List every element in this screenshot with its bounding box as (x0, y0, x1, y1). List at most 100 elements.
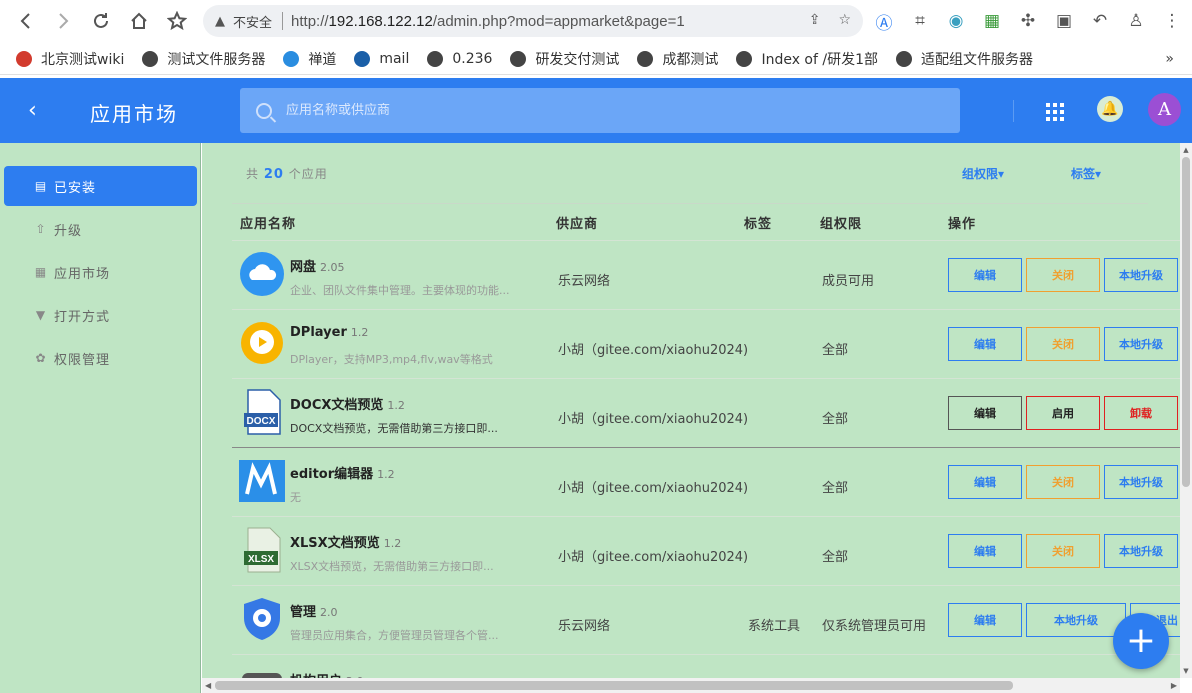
action-button-2[interactable]: 本地升级 (1104, 258, 1178, 292)
profile-icon[interactable]: ♙ (1118, 9, 1154, 33)
cell-vendor: 乐云网络 (558, 274, 611, 289)
dplayer-icon (241, 322, 283, 364)
cell-vendor: 小胡（gitee.com/xiaohu2024) (558, 481, 749, 496)
bookmark-item[interactable]: Index of /研发1部 (736, 49, 878, 69)
action-button-0[interactable]: 编辑 (948, 534, 1022, 568)
ai-extension-icon[interactable]: Ⓐ (866, 9, 902, 34)
bookmark-item[interactable]: 测试文件服务器 (142, 49, 265, 69)
circle-extension-icon[interactable]: ◉ (938, 9, 974, 33)
sidebar-item-2[interactable]: ▦ 应用市场 (4, 252, 197, 292)
back-chevron-icon[interactable]: ‹ (28, 98, 37, 123)
app-description: 管理员应用集合，方便管理员管理各个管... (290, 629, 499, 642)
globe-icon (283, 50, 300, 67)
crop-icon[interactable]: ⌗ (902, 9, 938, 33)
bookmark-label: 研发交付测试 (535, 51, 620, 68)
page-title: 应用市场 (90, 102, 178, 126)
action-button-2[interactable]: 本地升级 (1104, 327, 1178, 361)
sidepanel-icon[interactable]: ▣ (1046, 9, 1082, 33)
app-icon (239, 251, 285, 297)
search-box[interactable] (240, 88, 960, 133)
table-row: 管理 2.0 管理员应用集合，方便管理员管理各个管... 乐云网络 系统工具 仅系统管理员… (232, 586, 1180, 655)
action-button-2[interactable]: 本地升级 (1104, 465, 1178, 499)
action-button-0[interactable]: 编辑 (948, 603, 1022, 637)
tag-filter[interactable]: 标签▾ (1071, 165, 1101, 182)
url-text[interactable]: http://192.168.122.12/admin.php?mod=appm… (291, 13, 685, 30)
reload-icon[interactable] (84, 4, 118, 38)
search-input[interactable] (286, 103, 886, 118)
bookmark-label: 测试文件服务器 (167, 51, 266, 68)
bookmark-item[interactable]: 北京测试wiki (16, 49, 124, 69)
col-header-vendor: 供应商 (556, 217, 599, 232)
bookmark-item[interactable]: 禅道 (283, 49, 336, 69)
bookmark-item[interactable]: 研发交付测试 (510, 49, 619, 69)
sidebar-item-1[interactable]: ⇧ 升级 (4, 209, 197, 249)
sidebar-item-0[interactable]: ▤ 已安装 (4, 166, 197, 206)
action-button-0[interactable]: 编辑 (948, 465, 1022, 499)
cloud-disk-icon (240, 252, 284, 296)
extensions-bar: Ⓐ ⌗ ◉ ▦ ✣ ▣ ↶ ♙ ⋮ (866, 9, 1190, 34)
menu-dots-icon[interactable]: ⋮ (1154, 9, 1190, 33)
address-bar-icons: ⇪ ☆ (809, 12, 851, 28)
action-button-0[interactable]: 编辑 (948, 327, 1022, 361)
address-bar[interactable]: ▲ 不安全 http://192.168.122.12/admin.php?mo… (203, 5, 863, 37)
app-icon: DOCX (239, 389, 285, 435)
avatar[interactable]: A (1148, 93, 1181, 126)
bookmark-item[interactable]: 成都测试 (637, 49, 718, 69)
forward-arrow-icon[interactable] (46, 4, 80, 38)
bookmark-star-icon[interactable] (160, 4, 194, 38)
action-button-1[interactable]: 本地升级 (1026, 603, 1126, 637)
action-button-2[interactable]: 本地升级 (1104, 534, 1178, 568)
scroll-left-icon[interactable]: ◀ (205, 681, 211, 690)
action-button-1[interactable]: 关闭 (1026, 258, 1100, 292)
app-grid-icon[interactable] (1046, 103, 1064, 121)
share-icon[interactable]: ⇪ (809, 12, 821, 28)
sidebar-item-label: 打开方式 (54, 309, 111, 325)
undo-icon[interactable]: ↶ (1082, 9, 1118, 33)
action-button-1[interactable]: 启用 (1026, 396, 1100, 430)
notification-bell-icon[interactable]: 🔔 (1097, 96, 1123, 122)
action-button-1[interactable]: 关闭 (1026, 534, 1100, 568)
scroll-thumb[interactable] (215, 681, 1013, 690)
group-permission-filter[interactable]: 组权限▾ (962, 165, 1004, 182)
table-row: DPlayer 1.2 DPlayer，支持MP3,mp4,flv,wav等格式 小胡… (232, 310, 1180, 379)
action-button-1[interactable]: 关闭 (1026, 327, 1100, 361)
cell-perm: 全部 (822, 481, 849, 496)
bookmark-item[interactable]: mail (354, 50, 410, 67)
scroll-thumb[interactable] (1182, 157, 1190, 487)
action-button-1[interactable]: 关闭 (1026, 465, 1100, 499)
main-panel: 共 20 个应用 组权限▾ 标签▾ 应用名称 供应商 标签 组权限 操作 网盘 2… (202, 143, 1180, 678)
horizontal-scrollbar[interactable]: ◀ ▶ (202, 678, 1180, 693)
puzzle-icon[interactable]: ✣ (1010, 9, 1046, 33)
more-bookmarks-icon[interactable]: » (1165, 51, 1174, 67)
star-icon[interactable]: ☆ (838, 12, 851, 28)
app-icon (239, 665, 285, 678)
add-app-button[interactable]: + (1113, 613, 1169, 669)
xlsx-file-icon: XLSX (244, 527, 281, 573)
home-icon[interactable] (122, 4, 156, 38)
action-button-0[interactable]: 编辑 (948, 258, 1022, 292)
sidebar-item-3[interactable]: ▼ 打开方式 (4, 295, 197, 335)
scroll-up-icon[interactable]: ▲ (1182, 146, 1190, 154)
table-row: 网盘 2.05 企业、团队文件集中管理。主要体现的功能... 乐云网络 成员可用 编辑 关闭… (232, 241, 1180, 310)
action-button-2[interactable]: 卸载 (1104, 396, 1178, 430)
sidebar-item-4[interactable]: ✿ 权限管理 (4, 338, 197, 378)
sidebar-item-label: 已安装 (54, 180, 97, 196)
svg-text:XLSX: XLSX (248, 554, 274, 565)
app-description: 无 (290, 491, 301, 504)
bookmark-label: 北京测试wiki (41, 51, 125, 68)
sidebar-item-label: 权限管理 (54, 352, 111, 368)
qr-extension-icon[interactable]: ▦ (974, 9, 1010, 33)
scroll-right-icon[interactable]: ▶ (1171, 681, 1177, 690)
cell-perm: 仅系统管理员可用 (822, 619, 927, 634)
app-icon: XLSX (239, 527, 285, 573)
back-arrow-icon[interactable] (9, 4, 43, 38)
svg-text:DOCX: DOCX (247, 416, 276, 427)
bookmark-item[interactable]: 适配组文件服务器 (896, 49, 1033, 69)
col-header-actions: 操作 (948, 217, 977, 232)
bookmark-label: mail (379, 50, 410, 67)
scroll-down-icon[interactable]: ▼ (1182, 667, 1190, 675)
bookmark-item[interactable]: 0.236 (427, 50, 492, 67)
editor-icon (239, 460, 285, 502)
action-button-0[interactable]: 编辑 (948, 396, 1022, 430)
vertical-scrollbar[interactable]: ▲ ▼ (1180, 143, 1192, 678)
